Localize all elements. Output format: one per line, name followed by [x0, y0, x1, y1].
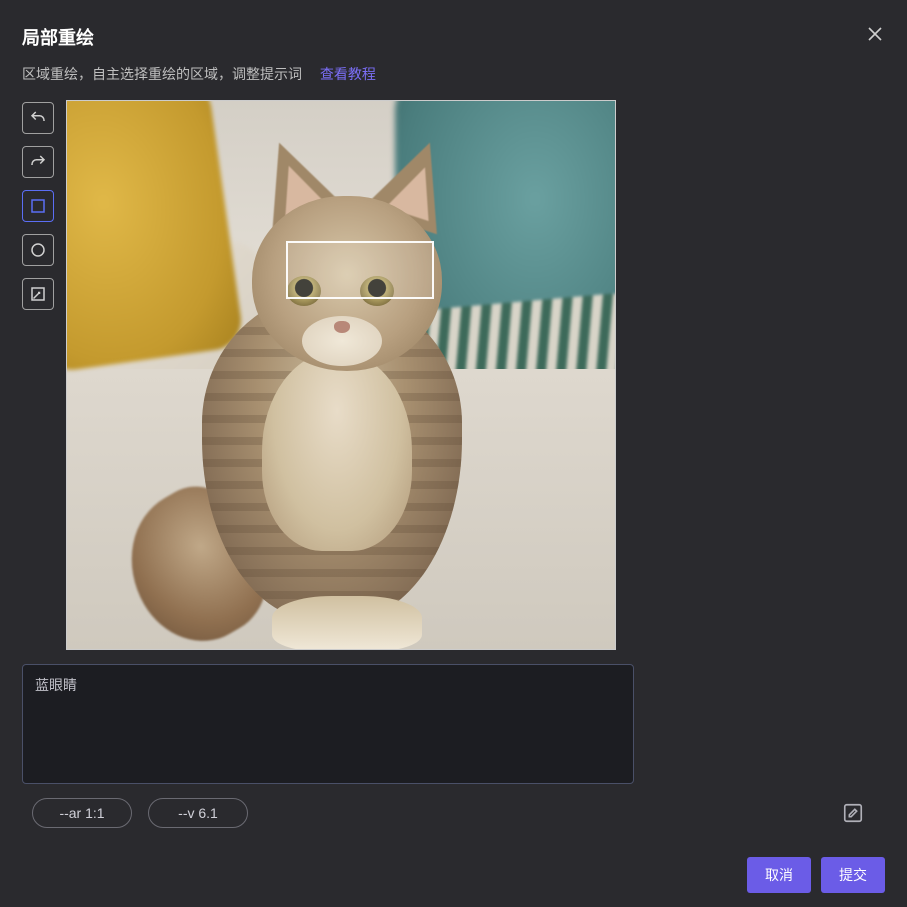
inpaint-modal: 局部重绘 区域重绘，自主选择重绘的区域，调整提示词 查看教程 [0, 0, 907, 907]
cancel-button[interactable]: 取消 [747, 857, 811, 893]
edit-params-button[interactable] [841, 801, 865, 825]
rectangle-select-button[interactable] [22, 190, 54, 222]
redo-icon [29, 153, 47, 171]
redo-button[interactable] [22, 146, 54, 178]
version-pill[interactable]: --v 6.1 [148, 798, 248, 828]
modal-title: 局部重绘 [22, 24, 94, 50]
modal-header: 局部重绘 [22, 24, 885, 50]
lasso-icon [29, 285, 47, 303]
tutorial-link[interactable]: 查看教程 [320, 66, 376, 82]
aspect-ratio-pill[interactable]: --ar 1:1 [32, 798, 132, 828]
work-area [22, 100, 885, 650]
circle-icon [29, 241, 47, 259]
circle-select-button[interactable] [22, 234, 54, 266]
modal-subtitle: 区域重绘，自主选择重绘的区域，调整提示词 [22, 66, 302, 82]
modal-subtitle-row: 区域重绘，自主选择重绘的区域，调整提示词 查看教程 [22, 64, 885, 84]
close-button[interactable] [865, 24, 885, 44]
undo-icon [29, 109, 47, 127]
submit-button[interactable]: 提交 [821, 857, 885, 893]
modal-footer: 取消 提交 [747, 857, 885, 893]
undo-button[interactable] [22, 102, 54, 134]
lasso-select-button[interactable] [22, 278, 54, 310]
edit-icon [842, 802, 864, 824]
rectangle-icon [29, 197, 47, 215]
image-canvas[interactable] [66, 100, 616, 650]
prompt-input[interactable] [22, 664, 634, 784]
tool-column [22, 102, 54, 650]
source-image [67, 101, 615, 649]
close-icon [867, 26, 883, 42]
param-row: --ar 1:1 --v 6.1 [22, 798, 885, 828]
